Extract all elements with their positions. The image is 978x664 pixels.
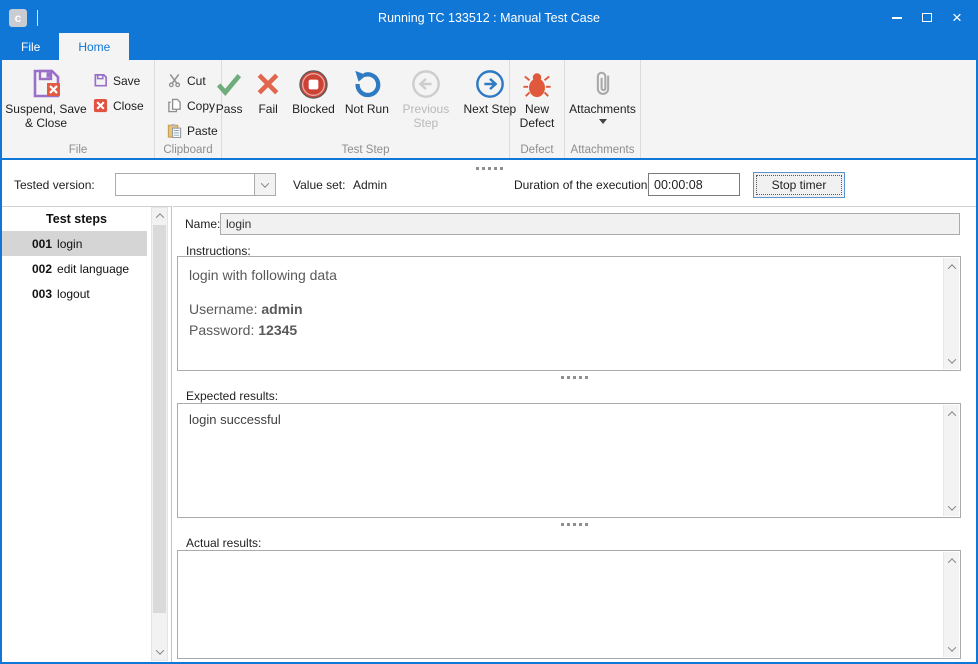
scroll-down-icon[interactable] [152,644,167,660]
close-icon: × [952,9,962,26]
bug-icon [522,66,552,102]
next-step-icon [475,66,505,102]
defect-group-label: Defect [510,144,564,156]
blocked-button[interactable]: Blocked [287,60,340,144]
scroll-up-icon[interactable] [152,208,167,224]
close-button[interactable]: × [942,2,972,33]
paste-icon [164,123,184,138]
maximize-icon [922,13,932,22]
instructions-scrollbar[interactable] [943,258,959,369]
attachments-dropdown-icon [599,119,607,124]
duration-label: Duration of the execution: [514,178,651,192]
clipboard-group-label: Clipboard [155,144,221,156]
expected-results-scrollbar[interactable] [943,405,959,516]
test-step-item-001[interactable]: 001 login [2,231,147,256]
minimize-icon [892,17,902,19]
test-step-item-002[interactable]: 002 edit language [2,256,147,281]
execution-toolbar: Tested version: Value set: Admin Duratio… [2,162,976,206]
suspend-save-close-icon [28,66,64,102]
ribbon-group-defect: New Defect Defect [510,60,565,158]
tested-version-label: Tested version: [14,178,95,192]
ribbon-group-attachments: Attachments Attachments [565,60,641,158]
duration-input[interactable] [648,173,740,196]
instructions-password-line: Password: 12345 [189,320,934,340]
scroll-down-icon[interactable] [944,641,959,656]
name-label: Name: [185,217,220,231]
test-step-group-label: Test Step [222,144,509,156]
expected-results-text: login successful [189,412,934,509]
ribbon-group-test-step: Pass Fail Blocked [222,60,510,158]
toolbar-grip-handle[interactable] [2,167,976,170]
attachments-group-label: Attachments [565,144,640,156]
instructions-username-line: Username: admin [189,299,934,319]
close-test-button[interactable]: Close [90,93,144,118]
file-group-label: File [2,144,154,156]
app-window: c Running TC 133512 : Manual Test Case ×… [0,0,978,664]
test-steps-panel: Test steps 001 login 002 edit language 0… [2,206,172,662]
test-steps-header: Test steps [2,207,171,231]
save-button[interactable]: Save [90,68,144,93]
previous-step-icon [411,66,441,102]
not-run-reset-icon [352,66,382,102]
pass-button[interactable]: Pass [209,60,249,144]
attachments-button[interactable]: Attachments [565,60,640,144]
scroll-up-icon[interactable] [944,406,959,421]
expected-results-editor[interactable]: login successful [177,403,961,518]
not-run-button[interactable]: Not Run [340,60,394,144]
value-set-value: Admin [353,178,387,192]
tested-version-select[interactable] [115,173,276,196]
suspend-save-close-button[interactable]: Suspend, Save & Close [2,60,90,144]
scissors-icon [164,73,184,88]
titlebar: c Running TC 133512 : Manual Test Case × [2,2,976,33]
instructions-editor[interactable]: login with following data Username: admi… [177,256,961,371]
step-detail-panel: Name: Instructions: login with following… [173,206,976,662]
minimize-button[interactable] [882,2,912,33]
actual-results-editor[interactable] [177,550,961,659]
blocked-stop-icon [298,66,329,102]
previous-step-button[interactable]: Previous Step [394,60,458,144]
save-icon [90,73,110,88]
tab-file[interactable]: File [2,33,59,60]
scroll-up-icon[interactable] [944,259,959,274]
splitter-grip-2[interactable] [173,523,976,526]
actual-results-text [189,559,934,650]
actual-results-label: Actual results: [186,536,261,550]
expected-results-label: Expected results: [186,389,278,403]
ribbon-tabs: File Home [2,33,976,60]
name-input[interactable] [220,213,960,235]
combo-dropdown-button[interactable] [254,174,275,195]
window-controls: × [882,2,972,33]
scroll-down-icon[interactable] [944,500,959,515]
tested-version-value [116,174,126,195]
value-set-label: Value set: [293,178,345,192]
actual-results-scrollbar[interactable] [943,552,959,657]
fail-button[interactable]: Fail [249,60,287,144]
pass-check-icon [214,66,244,102]
stop-timer-button[interactable]: Stop timer [753,172,845,198]
scroll-down-icon[interactable] [944,353,959,368]
chevron-down-icon [261,179,269,187]
fail-x-icon [254,66,282,102]
splitter-grip-1[interactable] [173,376,976,379]
test-step-item-003[interactable]: 003 logout [2,281,147,306]
close-red-icon [90,98,110,113]
copy-icon [164,98,184,113]
scroll-up-icon[interactable] [944,553,959,568]
instructions-line1: login with following data [189,265,934,285]
paperclip-icon [588,66,618,102]
tab-home[interactable]: Home [59,33,129,60]
maximize-button[interactable] [912,2,942,33]
test-steps-scrollbar[interactable] [151,207,168,661]
ribbon: Suspend, Save & Close Save [2,60,976,160]
ribbon-group-file: Suspend, Save & Close Save [2,60,155,158]
window-title: Running TC 133512 : Manual Test Case [2,11,976,25]
new-defect-button[interactable]: New Defect [510,60,564,144]
scrollbar-thumb[interactable] [153,225,166,613]
